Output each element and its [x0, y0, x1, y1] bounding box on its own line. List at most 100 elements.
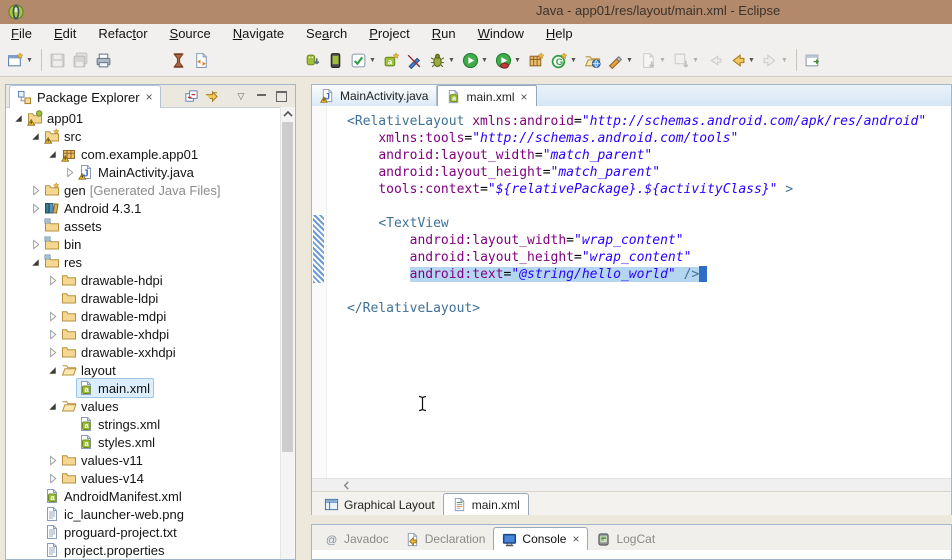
tree-item-drawable-xxhdpi[interactable]: drawable-xxhdpi — [6, 343, 281, 361]
code-editor[interactable]: <RelativeLayout xmlns:android="http://sc… — [312, 106, 951, 478]
tree-item-android-4-3-1[interactable]: Android 4.3.1 — [6, 199, 281, 217]
run-dropdown-icon[interactable]: ▼ — [481, 57, 489, 64]
tree-item-styles-xml[interactable]: astyles.xml — [6, 433, 281, 451]
back-dropdown-icon[interactable]: ▼ — [748, 57, 756, 64]
menu-help[interactable]: Help — [535, 24, 584, 44]
run-button[interactable]: ▼ — [459, 47, 492, 73]
page-tab-graphical-layout[interactable]: Graphical Layout — [316, 494, 443, 515]
console-tab-logcat[interactable]: LogCat — [588, 528, 663, 550]
tree-item-values[interactable]: values — [6, 397, 281, 415]
editor-tab-main-xml[interactable]: amain.xml× — [437, 85, 536, 108]
new-wizard-green-button[interactable]: G▼ — [548, 47, 581, 73]
print-button[interactable] — [92, 47, 115, 73]
page-tab-main-xml[interactable]: main.xml — [443, 493, 529, 515]
tree-item-strings-xml[interactable]: astrings.xml — [6, 415, 281, 433]
minimize-button[interactable] — [251, 87, 271, 105]
scroll-left-icon[interactable] — [342, 481, 351, 490]
scrollbar-thumb[interactable] — [282, 122, 293, 452]
tree-item-res[interactable]: res — [6, 253, 281, 271]
tree-item-values-v11[interactable]: values-v11 — [6, 451, 281, 469]
view-menu-button[interactable]: ▽ — [231, 87, 251, 105]
new-java-project-button[interactable] — [525, 47, 548, 73]
tree-toggle-collapsed-icon[interactable] — [29, 238, 42, 251]
tree-item-drawable-xhdpi[interactable]: drawable-xhdpi — [6, 325, 281, 343]
pin-editor-button[interactable] — [801, 47, 824, 73]
tree-toggle-collapsed-icon[interactable] — [46, 274, 59, 287]
tree-item-com-example-app01[interactable]: com.example.app01 — [6, 145, 281, 163]
package-explorer-scrollbar[interactable] — [280, 107, 295, 559]
tree-item-drawable-ldpi[interactable]: drawable-ldpi — [6, 289, 281, 307]
tree-toggle-collapsed-icon[interactable] — [63, 166, 76, 179]
editor-tab-mainactivity-java[interactable]: JMainActivity.java — [312, 85, 437, 106]
menu-source[interactable]: Source — [159, 24, 222, 44]
tree-toggle-collapsed-icon[interactable] — [46, 346, 59, 359]
menu-refactor[interactable]: Refactor — [87, 24, 158, 44]
new-wizard-green-dropdown-icon[interactable]: ▼ — [570, 57, 578, 64]
tree-toggle-expanded-icon[interactable] — [12, 112, 25, 125]
back-button[interactable]: ▼ — [726, 47, 759, 73]
lint-check-dropdown-icon[interactable]: ▼ — [369, 57, 377, 64]
scroll-up-icon[interactable] — [283, 109, 293, 119]
tree-toggle-expanded-icon[interactable] — [46, 148, 59, 161]
tree-toggle-collapsed-icon[interactable] — [46, 328, 59, 341]
tree-toggle-expanded-icon[interactable] — [29, 256, 42, 269]
tree-item-values-v14[interactable]: values-v14 — [6, 469, 281, 487]
tree-item-drawable-hdpi[interactable]: drawable-hdpi — [6, 271, 281, 289]
opengl-trace-button[interactable] — [403, 47, 426, 73]
menu-run[interactable]: Run — [421, 24, 467, 44]
lint-check-button[interactable]: ▼ — [347, 47, 380, 73]
tree-item-bin[interactable]: bin — [6, 235, 281, 253]
tree-toggle-expanded-icon[interactable] — [46, 400, 59, 413]
code-text-area[interactable]: <RelativeLayout xmlns:android="http://sc… — [326, 106, 951, 478]
collapse-all-button[interactable] — [181, 87, 201, 105]
open-web-folder-button[interactable] — [581, 47, 604, 73]
coverage-button[interactable]: ▼ — [492, 47, 525, 73]
menu-window[interactable]: Window — [467, 24, 535, 44]
console-tab-declaration[interactable]: Declaration — [397, 528, 494, 550]
editor-horizontal-scrollbar[interactable] — [312, 478, 951, 492]
tree-item-ic-launcher-web-png[interactable]: ic_launcher-web.png — [6, 505, 281, 523]
mark-occurrences-button[interactable]: ▼ — [604, 47, 637, 73]
tree-toggle-expanded-icon[interactable] — [46, 364, 59, 377]
android-sdk-manager-button[interactable] — [301, 47, 324, 73]
tree-toggle-collapsed-icon[interactable] — [46, 472, 59, 485]
link-with-editor-button[interactable] — [201, 87, 221, 105]
new-wizard-button[interactable]: ▼ — [4, 47, 37, 73]
console-tab-javadoc[interactable]: @Javadoc — [316, 528, 397, 550]
coverage-dropdown-icon[interactable]: ▼ — [514, 57, 522, 64]
tree-item-drawable-mdpi[interactable]: drawable-mdpi — [6, 307, 281, 325]
tree-item-proguard-project-txt[interactable]: proguard-project.txt — [6, 523, 281, 541]
external-tools-button[interactable] — [167, 47, 190, 73]
debug-dropdown-icon[interactable]: ▼ — [448, 57, 456, 64]
new-wizard-dropdown-icon[interactable]: ▼ — [26, 57, 34, 64]
close-icon[interactable]: × — [521, 91, 528, 103]
tree-item-layout[interactable]: layout — [6, 361, 281, 379]
menu-search[interactable]: Search — [295, 24, 358, 44]
close-icon[interactable]: × — [572, 533, 579, 545]
menu-file[interactable]: File — [0, 24, 43, 44]
tree-item-app01[interactable]: app01 — [6, 109, 281, 127]
avd-manager-button[interactable] — [324, 47, 347, 73]
close-icon[interactable]: × — [146, 91, 153, 103]
mark-occurrences-dropdown-icon[interactable]: ▼ — [626, 57, 634, 64]
maximize-button[interactable] — [271, 87, 291, 105]
new-android-app-button[interactable]: a — [380, 47, 403, 73]
tree-item-gen[interactable]: gen [Generated Java Files] — [6, 181, 281, 199]
tree-toggle-collapsed-icon[interactable] — [29, 184, 42, 197]
menu-navigate[interactable]: Navigate — [222, 24, 295, 44]
tree-toggle-collapsed-icon[interactable] — [46, 310, 59, 323]
menu-project[interactable]: Project — [358, 24, 420, 44]
tree-item-main-xml[interactable]: amain.xml — [6, 379, 281, 397]
tree-item-project-properties[interactable]: project.properties — [6, 541, 281, 559]
console-tab-console[interactable]: Console× — [493, 527, 588, 550]
tree-item-assets[interactable]: assets — [6, 217, 281, 235]
tree-item-mainactivity-java[interactable]: JMainActivity.java — [6, 163, 281, 181]
tree-item-androidmanifest-xml[interactable]: aAndroidManifest.xml — [6, 487, 281, 505]
tree-toggle-expanded-icon[interactable] — [29, 130, 42, 143]
refresh-xml-button[interactable] — [190, 47, 213, 73]
tree-toggle-collapsed-icon[interactable] — [29, 202, 42, 215]
tree-toggle-collapsed-icon[interactable] — [46, 454, 59, 467]
debug-button[interactable]: ▼ — [426, 47, 459, 73]
tab-package-explorer[interactable]: Package Explorer × — [9, 85, 161, 108]
menu-edit[interactable]: Edit — [43, 24, 87, 44]
